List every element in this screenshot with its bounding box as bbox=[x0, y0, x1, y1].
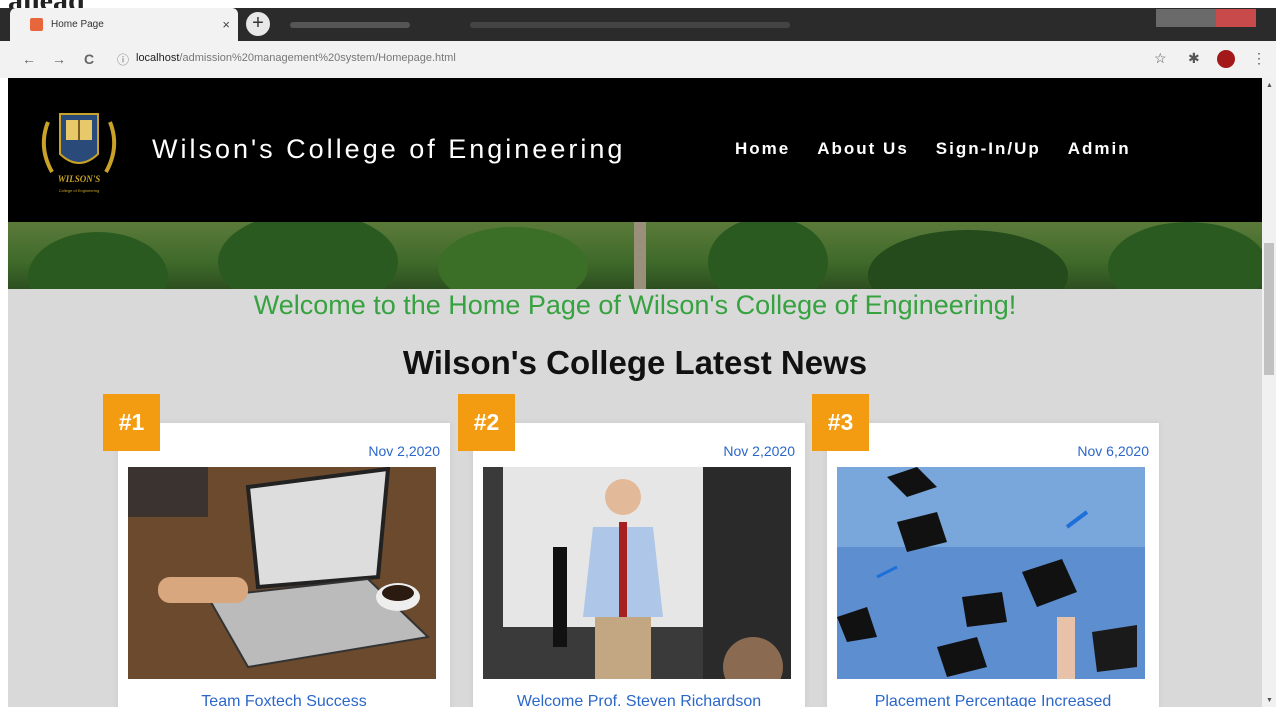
news-heading: Wilson's College Latest News bbox=[402, 344, 868, 381]
browser-tabstrip: Home Page × + bbox=[0, 8, 1276, 41]
tab-close-icon[interactable]: × bbox=[222, 17, 230, 32]
scroll-down-icon[interactable]: ▼ bbox=[1266, 697, 1273, 704]
profile-avatar[interactable] bbox=[1217, 50, 1235, 68]
news-date: Nov 2,2020 bbox=[723, 443, 795, 459]
menu-icon[interactable]: ⋮ bbox=[1252, 50, 1266, 67]
campus-banner-image bbox=[8, 222, 1262, 289]
forward-arrow-icon[interactable]: → bbox=[52, 51, 66, 67]
scrollbar[interactable]: ▲ ▼ bbox=[1262, 78, 1276, 707]
news-badge: #2 bbox=[458, 394, 515, 451]
tab-title: Home Page bbox=[51, 19, 104, 30]
page-viewport: WILSON'S College of Engineering Wilson's… bbox=[8, 78, 1262, 707]
favicon-icon bbox=[30, 18, 43, 31]
address-bar: ← → C ⓘ localhost/admission%20management… bbox=[0, 41, 1276, 78]
bookmark-star-icon[interactable]: ☆ bbox=[1154, 50, 1167, 67]
blurred-tab bbox=[470, 22, 790, 28]
info-icon[interactable]: ⓘ bbox=[117, 51, 129, 68]
college-logo[interactable]: WILSON'S College of Engineering bbox=[30, 102, 128, 200]
extensions-icon[interactable]: ✱ bbox=[1188, 50, 1200, 67]
site-nav: Home About Us Sign-In/Up Admin bbox=[735, 139, 1131, 159]
nav-about-us[interactable]: About Us bbox=[817, 139, 909, 159]
window-close-button[interactable] bbox=[1216, 9, 1256, 27]
blurred-tab bbox=[290, 22, 410, 28]
logo-subtitle: College of Engineering bbox=[59, 188, 99, 193]
logo-name: WILSON'S bbox=[58, 174, 101, 184]
nav-home[interactable]: Home bbox=[735, 139, 790, 159]
news-date: Nov 6,2020 bbox=[1077, 443, 1149, 459]
reload-icon[interactable]: C bbox=[84, 51, 94, 67]
news-card[interactable]: #1 Nov 2,2020 Team Foxtech Success bbox=[103, 394, 450, 707]
news-title[interactable]: Team Foxtech Success bbox=[118, 693, 450, 707]
scroll-thumb[interactable] bbox=[1264, 243, 1274, 375]
news-badge: #1 bbox=[103, 394, 160, 451]
professor-photo bbox=[483, 467, 791, 679]
new-tab-button[interactable]: + bbox=[246, 12, 270, 36]
site-header: WILSON'S College of Engineering Wilson's… bbox=[8, 78, 1262, 222]
laptop-photo bbox=[128, 467, 436, 679]
back-arrow-icon[interactable]: ← bbox=[22, 51, 36, 67]
news-title[interactable]: Placement Percentage Increased bbox=[827, 693, 1159, 707]
scroll-up-icon[interactable]: ▲ bbox=[1266, 82, 1273, 89]
site-title: Wilson's College of Engineering bbox=[152, 134, 626, 164]
url-field[interactable]: localhost/admission%20management%20syste… bbox=[136, 52, 456, 64]
url-host: localhost bbox=[136, 52, 180, 64]
news-date: Nov 2,2020 bbox=[368, 443, 440, 459]
news-badge: #3 bbox=[812, 394, 869, 451]
news-title[interactable]: Welcome Prof. Steven Richardson bbox=[473, 693, 805, 707]
news-card[interactable]: #2 Nov 2,2020 Welcome Prof. Steven Richa… bbox=[458, 394, 805, 707]
url-path: /admission%20management%20system/Homepag… bbox=[179, 52, 456, 64]
browser-tab[interactable]: Home Page × bbox=[10, 8, 238, 41]
welcome-message: Welcome to the Home Page of Wilson's Col… bbox=[253, 290, 1017, 320]
nav-admin[interactable]: Admin bbox=[1068, 139, 1131, 159]
graduation-caps-photo bbox=[837, 467, 1145, 679]
window-controls[interactable] bbox=[1156, 9, 1256, 27]
news-card[interactable]: #3 Nov 6,2020 Placement Percentage Incre… bbox=[812, 394, 1159, 707]
nav-sign-in-up[interactable]: Sign-In/Up bbox=[936, 139, 1041, 159]
